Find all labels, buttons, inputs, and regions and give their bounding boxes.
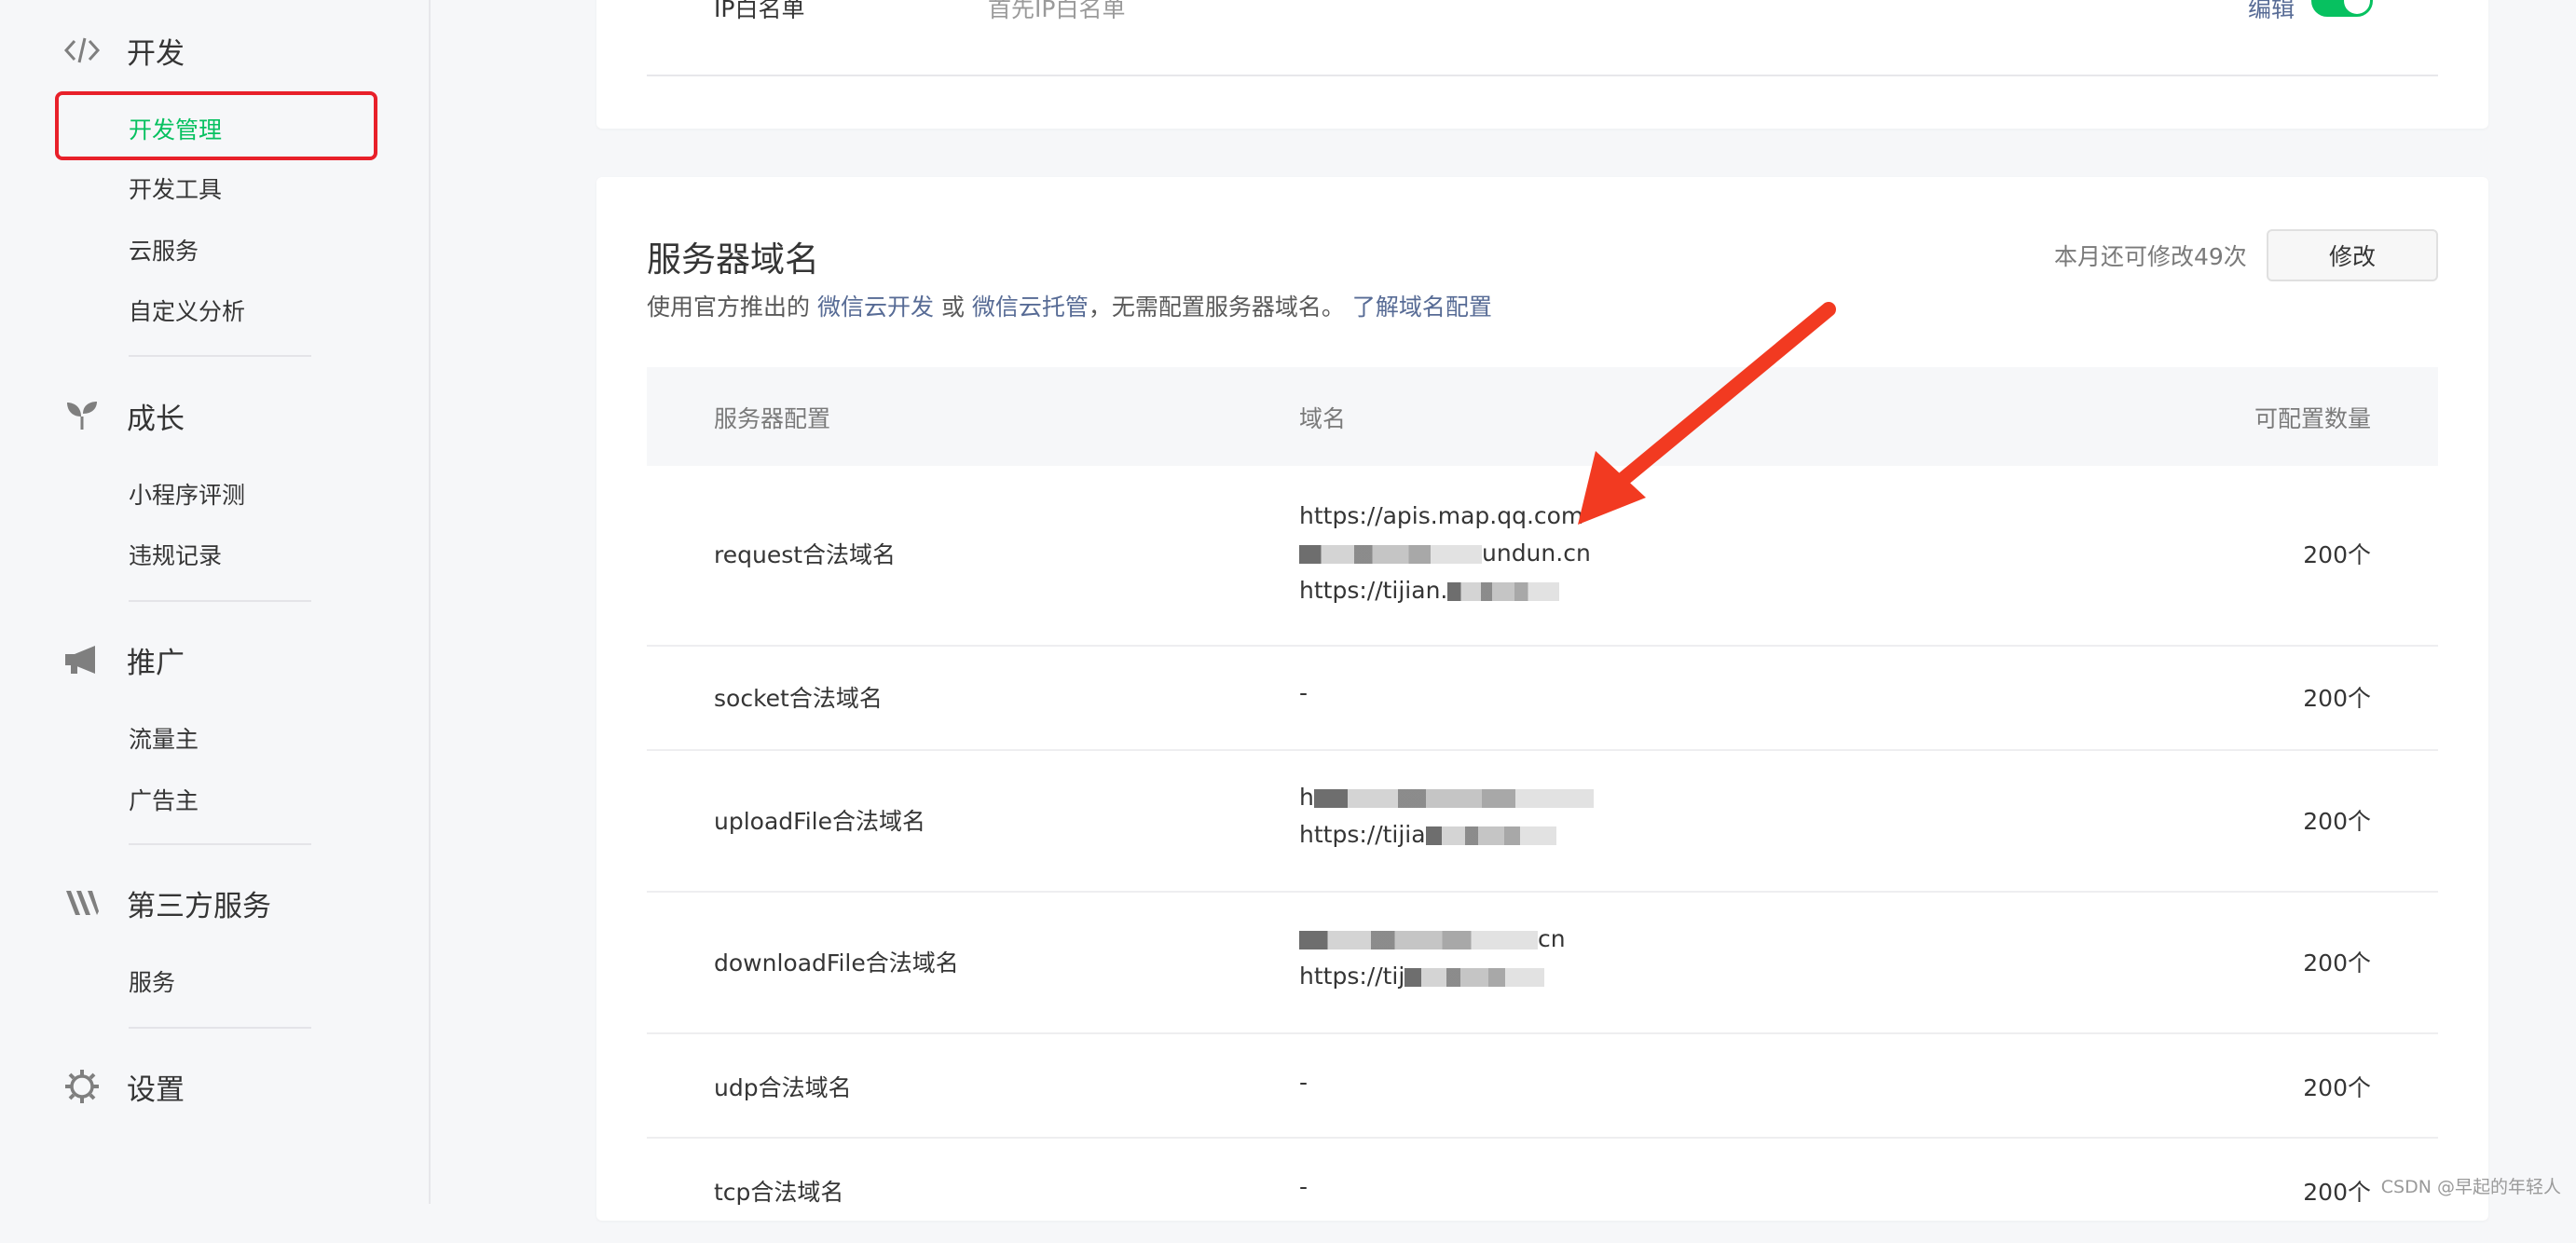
nav-group-label: 开发	[127, 30, 185, 72]
blurred-text	[1426, 826, 1556, 845]
row-domains: -	[1299, 675, 1308, 712]
domain-entry-text: https://tij	[1299, 963, 1404, 990]
sidebar: 开发 开发管理 开发工具 云服务 自定义分析 成长 小程序评测 违规记录 推广 …	[0, 0, 431, 1204]
code-icon	[62, 30, 103, 71]
blurred-text	[1314, 789, 1594, 808]
domain-entry: h	[1299, 779, 1594, 816]
row-name: downloadFile合法域名	[714, 945, 959, 978]
nav-group-label: 设置	[127, 1066, 185, 1108]
row-name: request合法域名	[714, 537, 896, 570]
ip-whitelist-label: IP白名单	[714, 0, 804, 24]
nav-group-promotion[interactable]: 推广	[62, 639, 185, 680]
sidebar-divider	[129, 1027, 311, 1029]
sidebar-item-advertiser[interactable]: 广告主	[129, 785, 199, 817]
domain-entry: https://tijia	[1299, 816, 1594, 854]
nav-group-third-party[interactable]: 第三方服务	[62, 882, 271, 923]
section-description: 使用官方推出的 微信云开发 或 微信云托管，无需配置服务器域名。 了解域名配置	[647, 289, 1492, 322]
remaining-edits: 本月还可修改49次	[2054, 239, 2247, 272]
ip-whitelist-card: IP白名单 首先IP白名单 编辑	[596, 0, 2488, 129]
blurred-text	[1299, 545, 1482, 564]
sidebar-divider	[129, 843, 311, 845]
row-count: 200个	[2303, 945, 2371, 978]
domain-entry-text: https://tijian.	[1299, 577, 1447, 604]
row-domains: https://apis.map.qq.com undun.cn https:/…	[1299, 498, 1591, 609]
domain-entry-text: h	[1299, 784, 1314, 811]
nav-group-label: 第三方服务	[127, 882, 271, 924]
desc-suffix: ，无需配置服务器域名。	[1089, 294, 1345, 321]
nav-group-dev[interactable]: 开发	[62, 30, 185, 71]
row-count: 200个	[2303, 1070, 2371, 1103]
row-name: uploadFile合法域名	[714, 803, 925, 837]
watermark: CSDN @早起的年轻人	[2381, 1173, 2561, 1198]
gear-icon	[62, 1066, 103, 1107]
row-domains: cn https://tij	[1299, 921, 1566, 995]
nav-group-settings[interactable]: 设置	[62, 1066, 185, 1107]
sidebar-item-services[interactable]: 服务	[129, 967, 175, 999]
sidebar-divider	[129, 600, 311, 602]
nav-group-label: 推广	[127, 639, 185, 681]
sidebar-item-evaluation[interactable]: 小程序评测	[129, 480, 245, 512]
cloud-dev-link[interactable]: 微信云开发	[817, 294, 934, 321]
ip-whitelist-desc: 首先IP白名单	[988, 0, 1125, 24]
domain-entry-text: https://tijia	[1299, 821, 1426, 848]
row-count: 200个	[2303, 1174, 2371, 1208]
sidebar-item-dev-management[interactable]: 开发管理	[129, 115, 222, 146]
sidebar-item-violations[interactable]: 违规记录	[129, 540, 222, 572]
desc-prefix: 使用官方推出的	[647, 294, 810, 321]
header-server-config: 服务器配置	[714, 401, 830, 434]
row-domains: -	[1299, 1064, 1308, 1101]
edit-link[interactable]: 编辑	[2248, 0, 2295, 24]
blurred-text	[1447, 582, 1559, 601]
domain-entry-text: cn	[1538, 925, 1566, 952]
sidebar-item-cloud[interactable]: 云服务	[129, 236, 199, 267]
domain-entry: https://tijian.	[1299, 572, 1591, 609]
sidebar-divider	[129, 355, 311, 357]
sprout-icon	[62, 395, 103, 436]
row-domains: -	[1299, 1168, 1308, 1206]
nav-group-growth[interactable]: 成长	[62, 395, 185, 436]
table-row: socket合法域名 - 200个	[647, 647, 2438, 751]
blurred-text	[1299, 931, 1538, 949]
header-domain: 域名	[1299, 401, 1346, 434]
row-count: 200个	[2303, 537, 2371, 570]
megaphone-icon	[62, 639, 103, 680]
card-divider	[647, 75, 2438, 76]
table-header: 服务器配置 域名 可配置数量	[647, 367, 2438, 466]
ip-whitelist-toggle[interactable]	[2311, 0, 2373, 17]
nav-group-label: 成长	[127, 395, 185, 437]
domain-entry: cn	[1299, 921, 1566, 958]
cloud-host-link[interactable]: 微信云托管	[972, 294, 1089, 321]
row-name: udp合法域名	[714, 1070, 852, 1103]
sidebar-item-analytics[interactable]: 自定义分析	[129, 296, 245, 328]
row-name: socket合法域名	[714, 680, 883, 714]
sidebar-item-dev-tools[interactable]: 开发工具	[129, 174, 222, 206]
modify-button[interactable]: 修改	[2267, 229, 2438, 281]
domain-entry: https://tij	[1299, 958, 1566, 995]
desc-or: 或	[941, 294, 965, 321]
blurred-text	[1404, 968, 1544, 987]
domain-entry-text: undun.cn	[1482, 540, 1591, 567]
domain-table: 服务器配置 域名 可配置数量 request合法域名 https://apis.…	[647, 367, 2438, 1243]
table-row: downloadFile合法域名 cn https://tij 200个	[647, 893, 2438, 1034]
row-domains: h https://tijia	[1299, 779, 1594, 854]
learn-domain-link[interactable]: 了解域名配置	[1352, 294, 1492, 321]
server-domain-card: 服务器域名 使用官方推出的 微信云开发 或 微信云托管，无需配置服务器域名。 了…	[596, 177, 2488, 1221]
table-row: tcp合法域名 - 200个	[647, 1139, 2438, 1243]
row-count: 200个	[2303, 803, 2371, 837]
third-party-icon	[62, 882, 103, 923]
section-title: 服务器域名	[647, 231, 819, 281]
row-count: 200个	[2303, 680, 2371, 714]
row-name: tcp合法域名	[714, 1174, 843, 1208]
domain-entry: undun.cn	[1299, 535, 1591, 572]
table-row: udp合法域名 - 200个	[647, 1034, 2438, 1139]
sidebar-item-traffic-owner[interactable]: 流量主	[129, 724, 199, 756]
table-row: uploadFile合法域名 h https://tijia 200个	[647, 751, 2438, 893]
table-row: request合法域名 https://apis.map.qq.com undu…	[647, 466, 2438, 647]
header-count: 可配置数量	[2254, 401, 2371, 434]
domain-entry: https://apis.map.qq.com	[1299, 498, 1591, 535]
